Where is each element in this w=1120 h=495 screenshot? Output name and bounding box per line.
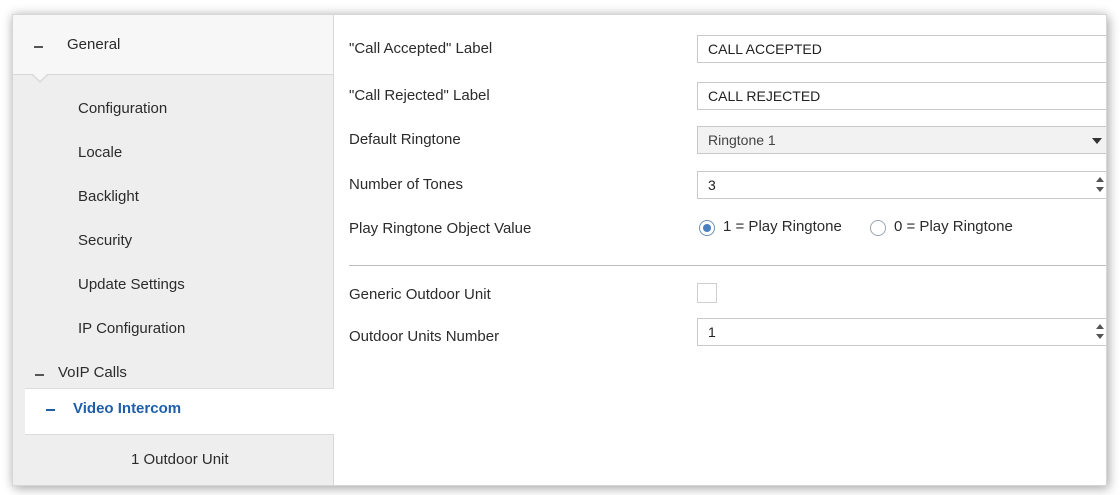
sidebar-item-voip-calls[interactable]: VoIP Calls	[58, 364, 127, 381]
collapse-icon[interactable]	[34, 46, 43, 48]
sidebar-item-ip-configuration[interactable]: IP Configuration	[78, 320, 185, 337]
sidebar-item-security[interactable]: Security	[78, 232, 132, 249]
default-ringtone-select[interactable]: Ringtone 1	[697, 126, 1106, 154]
sidebar-item-general[interactable]: General	[13, 15, 333, 75]
sidebar-item-configuration[interactable]: Configuration	[78, 100, 167, 117]
call-rejected-label: "Call Rejected" Label	[349, 87, 490, 104]
outdoor-units-number-value: 1	[708, 324, 716, 340]
generic-outdoor-unit-label: Generic Outdoor Unit	[349, 286, 491, 303]
number-of-tones-value: 3	[708, 177, 716, 193]
sidebar-item-outdoor-unit[interactable]: 1 Outdoor Unit	[131, 451, 229, 468]
number-of-tones-label: Number of Tones	[349, 176, 463, 193]
section-divider	[349, 265, 1106, 266]
outdoor-units-number-label: Outdoor Units Number	[349, 328, 500, 345]
sidebar-item-update-settings[interactable]: Update Settings	[78, 276, 185, 293]
default-ringtone-label: Default Ringtone	[349, 131, 461, 148]
sidebar-item-backlight[interactable]: Backlight	[78, 188, 139, 205]
play-ringtone-radio-0[interactable]	[870, 220, 886, 236]
spinner-icon[interactable]	[1096, 177, 1104, 193]
pointer-notch-inner	[32, 73, 48, 81]
sidebar: General Configuration Locale Backlight S…	[13, 15, 334, 485]
play-ringtone-option-1[interactable]: 1 = Play Ringtone	[723, 218, 842, 235]
collapse-icon[interactable]	[46, 409, 55, 411]
call-rejected-value: CALL REJECTED	[708, 88, 821, 104]
call-accepted-value: CALL ACCEPTED	[708, 41, 822, 57]
sidebar-item-label: Video Intercom	[73, 400, 182, 417]
chevron-down-icon[interactable]	[1092, 138, 1102, 144]
sidebar-item-locale[interactable]: Locale	[78, 144, 122, 161]
play-ringtone-option-0[interactable]: 0 = Play Ringtone	[894, 218, 1013, 235]
call-accepted-input[interactable]: CALL ACCEPTED	[697, 35, 1106, 63]
call-accepted-label: "Call Accepted" Label	[349, 40, 493, 57]
play-ringtone-radio-1[interactable]	[699, 220, 715, 236]
outdoor-units-number-stepper[interactable]: 1	[697, 318, 1106, 346]
call-rejected-input[interactable]: CALL REJECTED	[697, 82, 1106, 110]
default-ringtone-value: Ringtone 1	[708, 132, 776, 148]
sidebar-item-label: General	[67, 36, 121, 53]
parameters-window: General Configuration Locale Backlight S…	[12, 14, 1107, 486]
collapse-icon[interactable]	[35, 374, 44, 376]
number-of-tones-stepper[interactable]: 3	[697, 171, 1106, 199]
spinner-icon[interactable]	[1096, 324, 1104, 340]
generic-outdoor-unit-checkbox[interactable]	[697, 283, 717, 303]
sidebar-item-video-intercom[interactable]: Video Intercom	[25, 388, 334, 435]
play-ringtone-label: Play Ringtone Object Value	[349, 220, 532, 237]
